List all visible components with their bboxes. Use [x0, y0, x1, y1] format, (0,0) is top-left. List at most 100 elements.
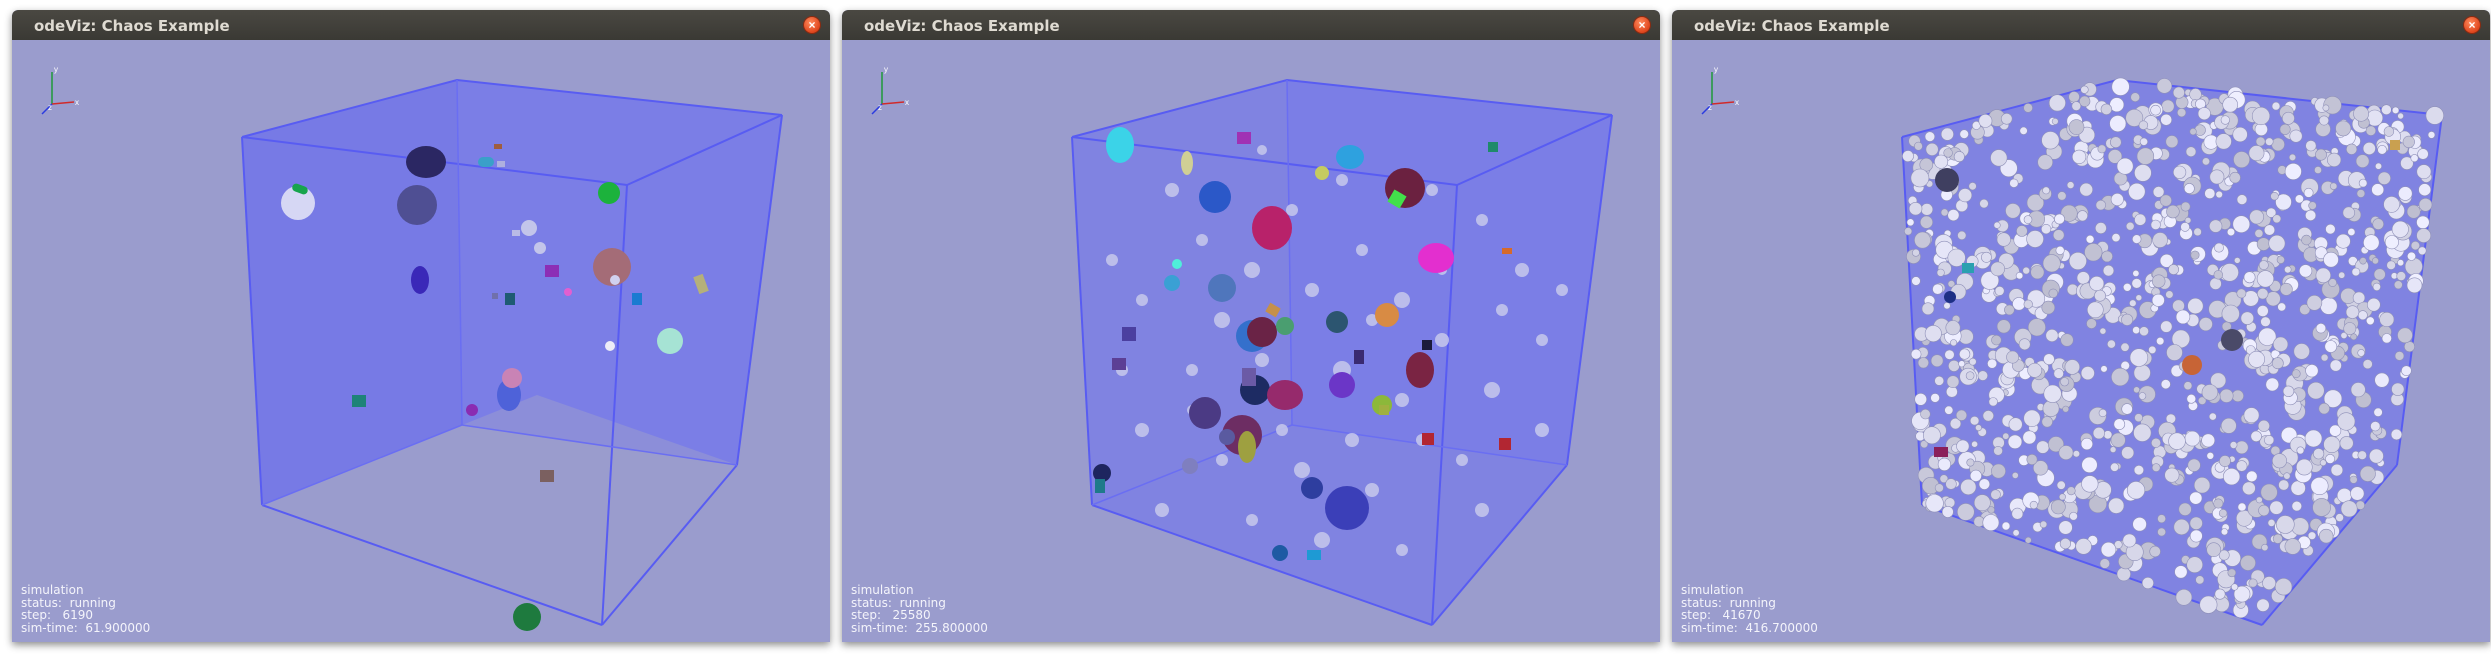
- render-viewport[interactable]: y x z simulation status: running step: 2…: [842, 40, 1660, 642]
- particle: [1958, 188, 1973, 203]
- particle: [2023, 215, 2033, 224]
- particle: [2152, 274, 2166, 288]
- particle: [2042, 400, 2060, 417]
- particle: [2318, 528, 2334, 544]
- particle: [2022, 266, 2031, 275]
- particle: [1946, 375, 1960, 389]
- particle: [2406, 251, 2416, 261]
- particle: [2329, 182, 2338, 190]
- window-title: odeViz: Chaos Example: [34, 17, 230, 35]
- particle: [2213, 270, 2223, 280]
- particle: [2397, 327, 2413, 344]
- particle: [2338, 271, 2346, 279]
- particle: [2350, 486, 2365, 501]
- particle: [2220, 417, 2237, 434]
- particle: [2268, 234, 2286, 252]
- particle: [2272, 214, 2282, 224]
- particle: [1950, 339, 1958, 347]
- window-title: odeViz: Chaos Example: [864, 17, 1060, 35]
- particle: [2356, 189, 2366, 198]
- particle: [1947, 209, 1960, 222]
- particle: [1941, 505, 1954, 518]
- particle: [2156, 78, 2173, 94]
- particle: [2330, 463, 2344, 477]
- particle: [2064, 359, 2080, 375]
- particle: [2315, 148, 2327, 161]
- particle: [2325, 453, 2335, 464]
- particle: [2175, 309, 2191, 325]
- particle: [2391, 106, 2400, 115]
- particle: [2304, 209, 2317, 221]
- particle: [2133, 364, 2151, 382]
- particle: [2150, 219, 2161, 230]
- axis-gizmo-icon: y x z: [871, 65, 909, 115]
- particle: [2209, 169, 2225, 185]
- particle: [2138, 120, 2149, 130]
- particle: [1975, 424, 1982, 432]
- particle: [2427, 131, 2436, 139]
- particle: [2160, 379, 2171, 390]
- particle: [2139, 137, 2149, 146]
- render-viewport[interactable]: y x z simulation status: running step: 4…: [1672, 40, 2490, 642]
- particle: [2106, 339, 2116, 349]
- close-button[interactable]: ×: [1634, 17, 1650, 33]
- particle: [1917, 357, 1929, 369]
- particle: [2138, 392, 2147, 400]
- axis-label-y: y: [54, 65, 58, 74]
- particle: [2250, 430, 2262, 442]
- particle: [2229, 441, 2238, 449]
- particle: [2054, 213, 2065, 225]
- close-button[interactable]: ×: [804, 17, 820, 33]
- particle: [1988, 397, 1998, 407]
- particle: [2172, 86, 2185, 99]
- particle: [2026, 230, 2044, 248]
- particle: [2226, 227, 2236, 237]
- particle: [2349, 475, 2358, 484]
- particle: [1994, 285, 2005, 296]
- particle: [2319, 459, 2327, 467]
- particle: [1910, 168, 1930, 188]
- title-bar[interactable]: odeViz: Chaos Example ×: [1672, 10, 2490, 40]
- particle: [2215, 133, 2232, 150]
- particle: [2350, 382, 2366, 398]
- particle: [2051, 118, 2059, 125]
- title-bar[interactable]: odeViz: Chaos Example ×: [842, 10, 1660, 40]
- particle: [2282, 111, 2295, 125]
- particle: [2079, 182, 2094, 197]
- particle: [2350, 333, 2358, 341]
- particle: [2248, 145, 2265, 161]
- particle: [2365, 316, 2375, 326]
- particle: [1940, 208, 1949, 217]
- hud-time: 255.800000: [915, 620, 988, 635]
- particle: [2058, 445, 2074, 460]
- particle: [2235, 440, 2249, 455]
- particle: [2283, 472, 2291, 480]
- particle: [2295, 458, 2313, 476]
- particle: [2386, 260, 2396, 270]
- particle: [2220, 263, 2239, 282]
- particle: [2141, 576, 2154, 589]
- particle: [2236, 288, 2247, 299]
- title-bar[interactable]: odeViz: Chaos Example ×: [12, 10, 830, 40]
- axis-gizmo-icon: y x z: [1701, 65, 1739, 115]
- particle: [2374, 162, 2382, 170]
- particle: [2213, 498, 2224, 509]
- particle: [2209, 219, 2223, 233]
- particle: [2152, 232, 2168, 248]
- particle: [2157, 527, 2166, 537]
- particle: [1925, 142, 1939, 156]
- particle: [2041, 131, 2060, 150]
- close-button[interactable]: ×: [2464, 17, 2480, 33]
- particle: [2058, 493, 2066, 501]
- render-viewport[interactable]: y x z simulation status: running step: 6…: [12, 40, 830, 642]
- particle: [2092, 427, 2106, 440]
- particle: [2305, 364, 2319, 378]
- particle: [2394, 351, 2405, 361]
- particle: [2129, 348, 2149, 367]
- particle: [2398, 186, 2413, 201]
- particle: [2180, 222, 2190, 232]
- particle: [2085, 234, 2095, 244]
- particle: [2023, 299, 2033, 309]
- particle: [2397, 259, 2405, 267]
- particle: [2001, 521, 2011, 531]
